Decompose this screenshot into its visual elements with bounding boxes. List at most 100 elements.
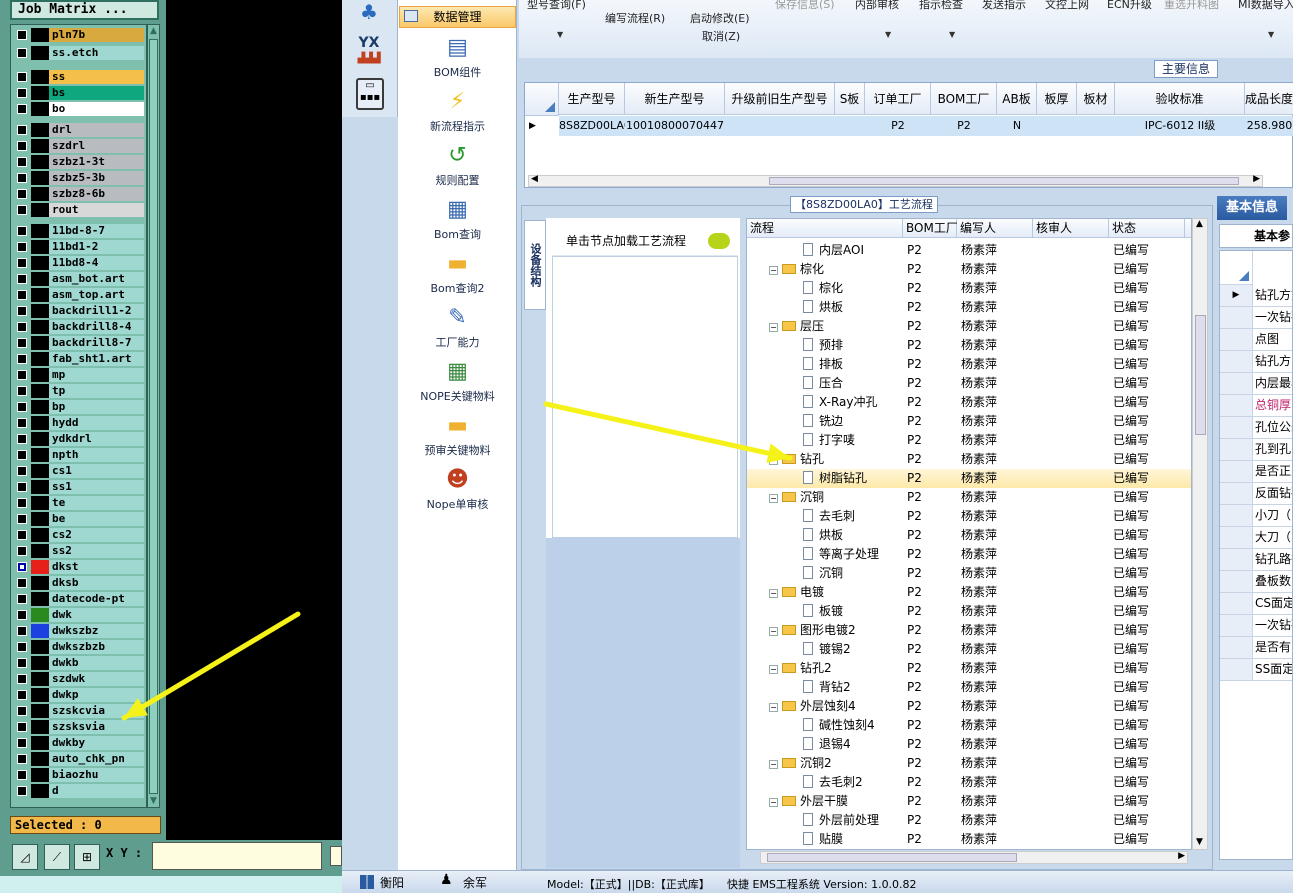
- layer-row[interactable]: backdrill8-7: [13, 336, 144, 350]
- basic-info-row[interactable]: 点图: [1220, 329, 1292, 351]
- tree-row[interactable]: 去毛刺 P2 杨素萍 已编写: [747, 507, 1191, 526]
- layer-name[interactable]: dkst: [49, 560, 144, 574]
- tree-node-cell[interactable]: 铣边: [803, 412, 843, 431]
- layer-row[interactable]: biaozhu: [13, 768, 144, 782]
- vscroll-thumb[interactable]: [1195, 315, 1206, 435]
- layer-name[interactable]: asm_top.art: [49, 288, 144, 302]
- layer-row[interactable]: bs: [13, 86, 144, 100]
- tree-row[interactable]: 压合 P2 杨素萍 已编写: [747, 374, 1191, 393]
- tree-row[interactable]: − 沉铜2 P2 杨素萍 已编写: [747, 754, 1191, 773]
- tree-node-cell[interactable]: − 外层干膜: [769, 792, 848, 811]
- layer-checkbox[interactable]: [17, 402, 27, 412]
- main-info-cell[interactable]: N: [997, 116, 1037, 136]
- tree-node-cell[interactable]: 排板: [803, 355, 843, 374]
- main-info-column-header[interactable]: 验收标准: [1115, 83, 1245, 115]
- tree-row[interactable]: 铣边 P2 杨素萍 已编写: [747, 412, 1191, 431]
- basic-info-row[interactable]: CS面定位: [1220, 593, 1292, 615]
- layer-checkbox[interactable]: [17, 530, 27, 540]
- xy-input[interactable]: [152, 842, 322, 870]
- layer-checkbox[interactable]: [17, 141, 27, 151]
- layer-name[interactable]: ss: [49, 70, 144, 84]
- layer-row[interactable]: auto_chk_pn: [13, 752, 144, 766]
- zoom-fit-icon[interactable]: ◿: [12, 844, 38, 870]
- nav-item[interactable]: ☻ Nope单审核: [399, 466, 516, 512]
- layer-checkbox[interactable]: [17, 322, 27, 332]
- layer-checkbox[interactable]: [17, 30, 27, 40]
- scroll-down-icon[interactable]: ▼: [149, 796, 158, 806]
- layer-name[interactable]: dksb: [49, 576, 144, 590]
- dropdown-arrow-icon[interactable]: ▼: [557, 30, 563, 39]
- nav-item[interactable]: ↺ 规则配置: [399, 142, 516, 188]
- scroll-left-icon[interactable]: ◀: [531, 174, 538, 184]
- tree-node-cell[interactable]: 去毛刺: [803, 507, 855, 526]
- layer-name[interactable]: 11bd1-2: [49, 240, 144, 254]
- layer-name[interactable]: te: [49, 496, 144, 510]
- grid-icon[interactable]: ⊞: [74, 844, 100, 870]
- layer-name[interactable]: datecode-pt: [49, 592, 144, 606]
- toolbar-button[interactable]: 启动修改(E): [690, 10, 750, 26]
- layer-row[interactable]: ydkdrl: [13, 432, 144, 446]
- basic-info-row[interactable]: 一次钻孔: [1220, 307, 1292, 329]
- layer-row[interactable]: rout: [13, 203, 144, 217]
- layer-checkbox[interactable]: [17, 104, 27, 114]
- main-info-column-header[interactable]: S板: [835, 83, 865, 115]
- layer-name[interactable]: backdrill8-7: [49, 336, 144, 350]
- toolbar-button[interactable]: 发送指示: [982, 0, 1026, 12]
- nav-item[interactable]: ▦ Bom查询: [399, 196, 516, 242]
- layer-row[interactable]: bo: [13, 102, 144, 116]
- tree-node-cell[interactable]: 板镀: [803, 602, 843, 621]
- tree-column-header[interactable]: [1185, 219, 1191, 238]
- layer-row[interactable]: drl: [13, 123, 144, 137]
- layer-row[interactable]: dwkszbzb: [13, 640, 144, 654]
- layer-row[interactable]: backdrill8-4: [13, 320, 144, 334]
- main-info-hscrollbar[interactable]: ◀ ▶: [528, 174, 1263, 187]
- basic-info-tab[interactable]: 基本信息: [1217, 196, 1287, 220]
- layer-checkbox[interactable]: [17, 562, 27, 572]
- tree-row[interactable]: − 钻孔 P2 杨素萍 已编写: [747, 450, 1191, 469]
- layer-row[interactable]: npth: [13, 448, 144, 462]
- layer-checkbox[interactable]: [17, 498, 27, 508]
- nav-item[interactable]: ▦ NOPE关键物料: [399, 358, 516, 404]
- tree-node-cell[interactable]: 烘板: [803, 526, 843, 545]
- tree-node-cell[interactable]: 背钻2: [803, 678, 851, 697]
- scroll-up-icon[interactable]: ▲: [1196, 219, 1203, 229]
- layer-row[interactable]: ss2: [13, 544, 144, 558]
- tree-row[interactable]: 背钻2 P2 杨素萍 已编写: [747, 678, 1191, 697]
- basic-info-row[interactable]: 总铜厚: [1220, 395, 1292, 417]
- layer-row[interactable]: dwkby: [13, 736, 144, 750]
- collapse-icon[interactable]: −: [769, 589, 778, 598]
- layer-row[interactable]: asm_bot.art: [13, 272, 144, 286]
- dropdown-arrow-icon[interactable]: ▼: [949, 30, 955, 39]
- layer-checkbox[interactable]: [17, 274, 27, 284]
- layer-row[interactable]: szsksvia: [13, 720, 144, 734]
- basic-param-tab[interactable]: 基本参: [1219, 224, 1293, 248]
- layer-row[interactable]: dwkb: [13, 656, 144, 670]
- layer-name[interactable]: bo: [49, 102, 144, 116]
- layer-name[interactable]: ss1: [49, 480, 144, 494]
- tree-row[interactable]: 去毛刺2 P2 杨素萍 已编写: [747, 773, 1191, 792]
- scroll-down-icon[interactable]: ▼: [1196, 837, 1203, 847]
- tree-node-cell[interactable]: − 沉铜2: [769, 754, 832, 773]
- main-info-cell[interactable]: IPC-6012 II级: [1115, 116, 1245, 136]
- basic-info-row[interactable]: 大刀（: [1220, 527, 1292, 549]
- layer-name[interactable]: dwkb: [49, 656, 144, 670]
- tree-row[interactable]: 贴膜 P2 杨素萍 已编写: [747, 830, 1191, 849]
- toolbar-button[interactable]: 指示检查: [919, 0, 963, 12]
- tree-node-cell[interactable]: 退锡4: [803, 735, 851, 754]
- tree-node-cell[interactable]: 压合: [803, 374, 843, 393]
- layer-name[interactable]: szdwk: [49, 672, 144, 686]
- layer-name[interactable]: asm_bot.art: [49, 272, 144, 286]
- layer-row[interactable]: cs1: [13, 464, 144, 478]
- layer-name[interactable]: szsksvia: [49, 720, 144, 734]
- collapse-icon[interactable]: −: [769, 760, 778, 769]
- tree-row[interactable]: 树脂钻孔 P2 杨素萍 已编写: [747, 469, 1191, 488]
- tree-row[interactable]: − 层压 P2 杨素萍 已编写: [747, 317, 1191, 336]
- tree-row[interactable]: 棕化 P2 杨素萍 已编写: [747, 279, 1191, 298]
- main-info-column-header[interactable]: 订单工厂: [865, 83, 931, 115]
- toolbar-button[interactable]: 型号查询(F): [527, 0, 586, 12]
- tree-node-cell[interactable]: 去毛刺2: [803, 773, 863, 792]
- layer-row[interactable]: szbz5-3b: [13, 171, 144, 185]
- layer-checkbox[interactable]: [17, 354, 27, 364]
- main-info-cell[interactable]: P2: [865, 116, 931, 136]
- layer-checkbox[interactable]: [17, 610, 27, 620]
